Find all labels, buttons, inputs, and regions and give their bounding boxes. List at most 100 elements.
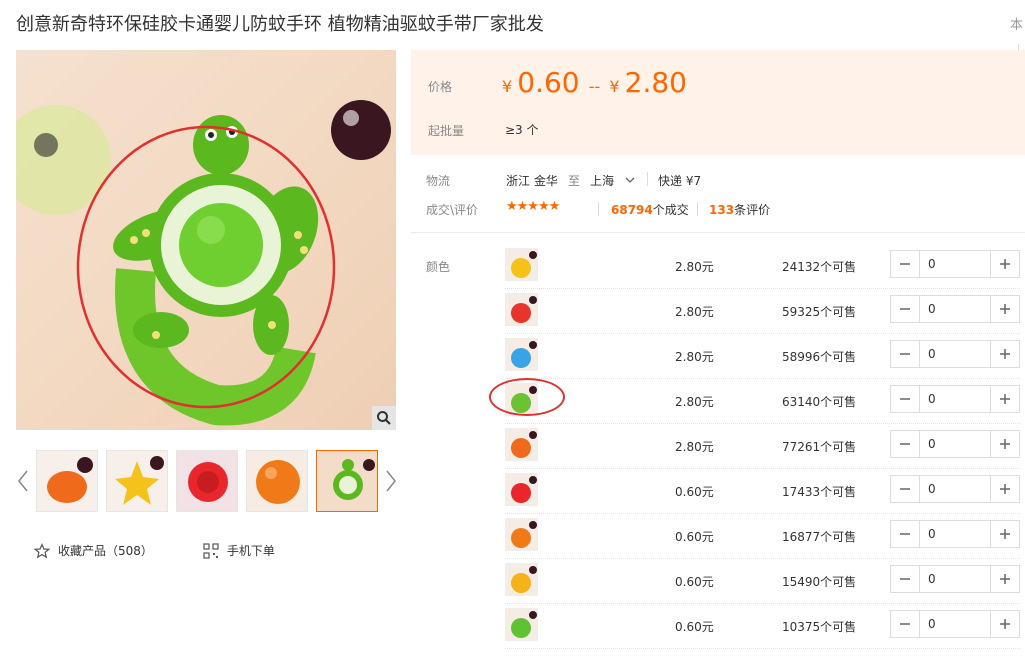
plus-icon: [1000, 259, 1010, 269]
turtle-bracelet-image: [16, 100, 391, 426]
star-outline-icon: [34, 542, 50, 558]
color-label: 颜色: [426, 260, 451, 274]
quantity-input[interactable]: 0: [919, 296, 991, 322]
sku-thumbnail[interactable]: [505, 338, 538, 371]
quantity-input[interactable]: 0: [919, 566, 991, 592]
zoom-button[interactable]: [372, 406, 396, 430]
increment-button[interactable]: [991, 521, 1019, 547]
increment-button[interactable]: [991, 386, 1019, 412]
sku-thumbnail[interactable]: [505, 428, 538, 461]
mobile-order-button[interactable]: 手机下单: [203, 542, 275, 559]
increment-button[interactable]: [991, 341, 1019, 367]
chevron-down-icon[interactable]: [624, 175, 636, 185]
sku-swatch: [511, 528, 531, 548]
plus-icon: [1000, 529, 1010, 539]
quantity-input[interactable]: 0: [919, 476, 991, 502]
increment-button[interactable]: [991, 566, 1019, 592]
thumbnail-strip: [16, 450, 396, 512]
chevron-right-icon[interactable]: [384, 468, 398, 494]
sku-stock: 59325个可售: [782, 305, 857, 319]
quantity-input[interactable]: 0: [919, 431, 991, 457]
quantity-stepper: 0: [890, 295, 1020, 323]
decrement-button[interactable]: [891, 251, 919, 277]
quantity-stepper: 0: [890, 430, 1020, 458]
increment-button[interactable]: [991, 476, 1019, 502]
deal-count-suffix: 个成交: [652, 203, 689, 217]
quantity-input[interactable]: 0: [919, 521, 991, 547]
plus-icon: [1000, 349, 1010, 359]
sku-price: 0.60元: [675, 530, 714, 544]
increment-button[interactable]: [991, 611, 1019, 637]
deals-divider-1: [598, 202, 599, 216]
deals-label: 成交\评价: [426, 203, 479, 217]
sku-thumbnail[interactable]: [505, 518, 538, 551]
quantity-input[interactable]: 0: [919, 251, 991, 277]
sku-swatch: [511, 438, 531, 458]
sku-stock: 16877个可售: [782, 530, 857, 544]
quantity-stepper: 0: [890, 565, 1020, 593]
thumbnail-3[interactable]: [176, 450, 238, 512]
favorite-button[interactable]: 收藏产品（508）: [34, 542, 153, 559]
sku-row: 0.60元 17433个可售 0: [505, 469, 1020, 514]
decrement-button[interactable]: [891, 296, 919, 322]
sku-stock: 17433个可售: [782, 485, 857, 499]
quantity-input[interactable]: 0: [919, 341, 991, 367]
quantity-input[interactable]: 0: [919, 386, 991, 412]
sku-stock: 24132个可售: [782, 260, 857, 274]
sku-thumbnail[interactable]: [505, 293, 538, 326]
sku-price: 0.60元: [675, 485, 714, 499]
moq-value: ≥3 个: [505, 123, 539, 137]
sku-row: 0.60元 10375个可售 0: [505, 604, 1020, 649]
deal-count-group[interactable]: 68794个成交: [611, 201, 689, 218]
decrement-button[interactable]: [891, 341, 919, 367]
thumbnail-1[interactable]: [36, 450, 98, 512]
review-count-group[interactable]: 133条评价: [709, 201, 770, 218]
main-product-image[interactable]: [16, 50, 396, 430]
logistics-divider: [647, 172, 648, 186]
increment-button[interactable]: [991, 251, 1019, 277]
logistics-destination[interactable]: 上海: [590, 172, 614, 189]
sku-stock: 63140个可售: [782, 395, 857, 409]
currency-symbol-low: ¥: [502, 77, 513, 96]
decrement-button[interactable]: [891, 521, 919, 547]
thumbnail-5[interactable]: [316, 450, 378, 512]
sku-price: 2.80元: [675, 350, 714, 364]
sku-swatch: [511, 258, 531, 278]
sku-stock: 15490个可售: [782, 575, 857, 589]
decrement-button[interactable]: [891, 476, 919, 502]
sku-thumbnail[interactable]: [505, 563, 538, 596]
sku-swatch: [511, 303, 531, 323]
logistics-label: 物流: [426, 174, 451, 188]
sku-stock: 10375个可售: [782, 620, 857, 634]
sku-swatch: [511, 483, 531, 503]
sku-thumbnail[interactable]: [505, 248, 538, 281]
plus-icon: [1000, 574, 1010, 584]
thumbnail-4[interactable]: [246, 450, 308, 512]
sku-price: 0.60元: [675, 575, 714, 589]
chevron-left-icon[interactable]: [16, 468, 30, 494]
deals-divider-2: [697, 202, 698, 216]
plus-icon: [1000, 619, 1010, 629]
product-actions: 收藏产品（508） 手机下单: [34, 542, 275, 559]
minus-icon: [900, 398, 910, 400]
thumbnail-2[interactable]: [106, 450, 168, 512]
favorite-label: 收藏产品（508）: [58, 544, 153, 558]
product-title: 创意新奇特环保硅胶卡通婴儿防蚊手环 植物精油驱蚊手带厂家批发: [16, 14, 544, 35]
sku-price: 2.80元: [675, 305, 714, 319]
price-label: 价格: [428, 80, 453, 94]
sku-stock: 58996个可售: [782, 350, 857, 364]
decrement-button[interactable]: [891, 386, 919, 412]
decrement-button[interactable]: [891, 611, 919, 637]
minus-icon: [900, 578, 910, 580]
quantity-input[interactable]: 0: [919, 611, 991, 637]
increment-button[interactable]: [991, 431, 1019, 457]
minus-icon: [900, 353, 910, 355]
decrement-button[interactable]: [891, 566, 919, 592]
deal-count: 68794: [611, 203, 653, 217]
sku-thumbnail[interactable]: [505, 473, 538, 506]
decrement-button[interactable]: [891, 431, 919, 457]
sku-thumbnail[interactable]: [505, 608, 538, 641]
increment-button[interactable]: [991, 296, 1019, 322]
sku-swatch: [511, 573, 531, 593]
section-divider: [411, 232, 1025, 233]
